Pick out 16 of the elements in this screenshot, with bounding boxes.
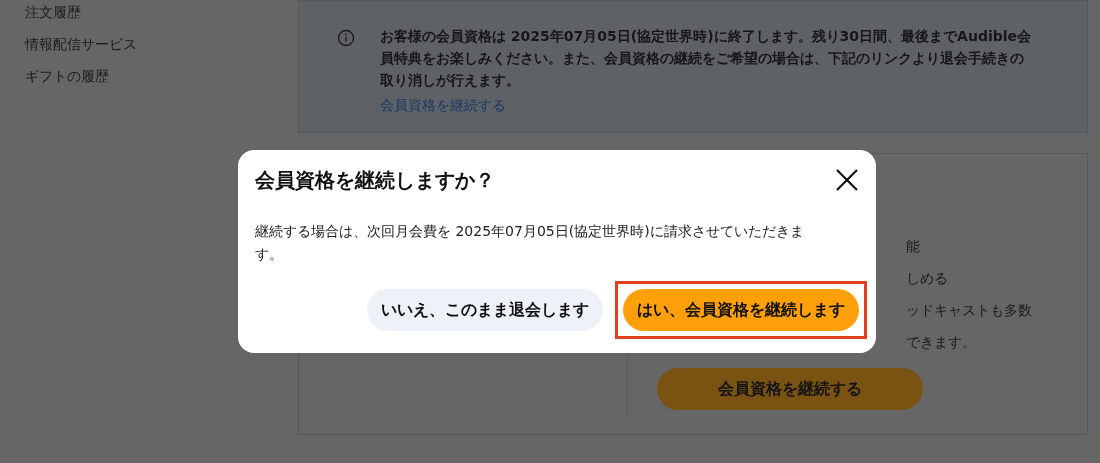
notice-text: お客様の会員資格は 2025年07月05日(協定世界時)に終了します。残り30日間、最後までAudible会員特典をお楽しみください。また、会員資格の継続をご希望の場合は、下記のリンクより退会手続きの取り消しが行えます。 [380,27,1033,90]
continue-membership-button[interactable]: 会員資格を継続する [657,368,923,410]
feature-text: しめる [906,269,949,288]
confirm-button[interactable]: はい、会員資格を継続します [623,289,859,331]
feature-text: 能 [906,237,921,256]
cancel-button[interactable]: いいえ、このまま退会します [367,289,603,331]
sidebar-link[interactable]: 情報配信サービス [25,33,298,55]
sidebar-link[interactable]: 注文履歴 [25,1,298,23]
close-icon[interactable] [835,168,859,192]
sidebar-link[interactable]: ギフトの履歴 [25,65,298,87]
feature-text: ッドキャストも多数 [906,301,1032,320]
feature-text: できます。 [906,333,977,352]
dialog-message: 継続する場合は、次回月会費を 2025年07月05日(協定世界時)に請求させていただきます。 [255,222,805,264]
info-icon [337,29,355,47]
continue-link[interactable]: 会員資格を継続する [380,95,506,115]
dialog-title: 会員資格を継続しますか？ [255,167,495,194]
